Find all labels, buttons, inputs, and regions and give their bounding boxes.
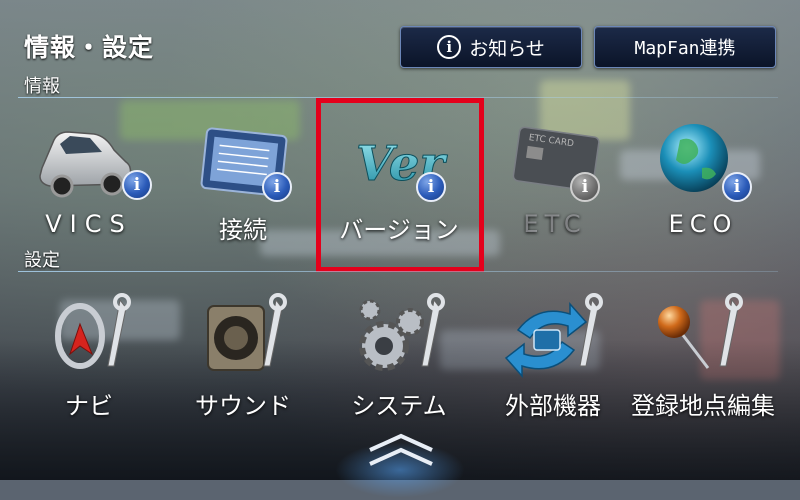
info-badge-icon: i (722, 172, 752, 202)
tile-system-label: システム (351, 392, 447, 420)
tile-external-device-settings[interactable]: 外部機器 (478, 290, 628, 440)
mapfan-button-label: MapFan連携 (634, 38, 736, 59)
tile-connection-label: 接続 (219, 216, 267, 244)
info-badge-icon: i (570, 172, 600, 202)
tile-navi-settings[interactable]: ナビ (14, 290, 164, 440)
tile-etc-label: ETC (523, 210, 587, 238)
double-chevron-up-icon[interactable] (366, 430, 436, 470)
info-badge-icon: i (262, 172, 292, 202)
tile-vics-label: VICS (45, 210, 133, 238)
settings-section-divider (18, 271, 778, 272)
tile-system-settings[interactable]: システム (324, 290, 474, 440)
etc-card-icon: ETC CARD (512, 126, 600, 192)
tile-eco[interactable]: i ECO (628, 110, 778, 260)
pin-wrench-icon (658, 293, 743, 369)
tile-connection[interactable]: i 接続 (168, 110, 318, 260)
tile-registered-points-label: 登録地点編集 (631, 392, 775, 420)
device-panel-icon (200, 127, 288, 197)
speaker-wrench-icon (207, 293, 287, 371)
tile-external-device-label: 外部機器 (505, 392, 601, 420)
notice-button[interactable]: i お知らせ (400, 26, 582, 68)
tile-etc[interactable]: ETC CARD i ETC (480, 110, 630, 260)
notice-button-label: お知らせ (469, 37, 545, 60)
info-icon: i (437, 35, 462, 59)
globe-icon (660, 124, 728, 192)
mapfan-button[interactable]: MapFan連携 (594, 26, 776, 68)
tile-sound-settings[interactable]: サウンド (168, 290, 318, 440)
gears-wrench-icon (359, 293, 445, 371)
tile-sound-label: サウンド (195, 392, 291, 420)
sync-wrench-icon (504, 293, 603, 378)
tile-registered-points-settings[interactable]: 登録地点編集 (628, 290, 778, 440)
tile-eco-label: ECO (668, 210, 738, 238)
info-section-label: 情報 (24, 76, 60, 97)
info-badge-icon: i (122, 170, 152, 200)
compass-wrench-icon (55, 293, 131, 369)
tile-navi-label: ナビ (65, 392, 113, 420)
page-title: 情報・設定 (24, 33, 155, 62)
tile-vics[interactable]: i VICS (14, 110, 164, 260)
settings-section-label: 設定 (24, 250, 60, 271)
selection-highlight (316, 98, 484, 272)
